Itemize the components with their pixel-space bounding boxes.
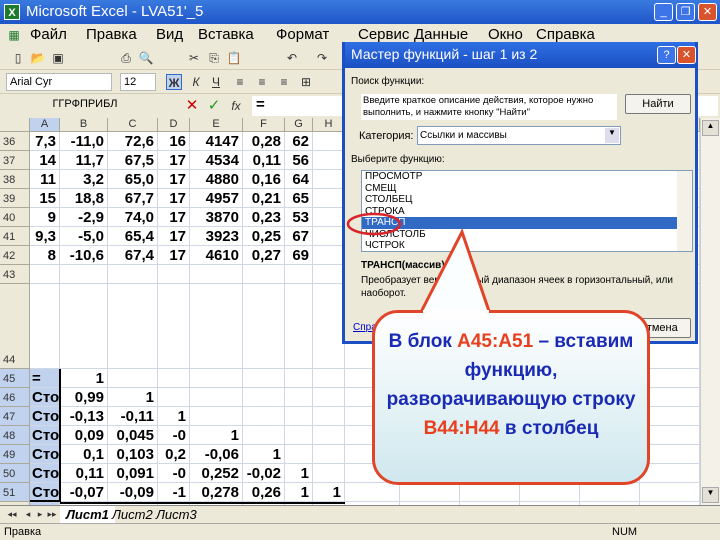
callout-note: В блок A45:A51 – вставим функцию, развор… — [372, 310, 650, 485]
callout-range-2: B44:H44 — [423, 418, 500, 439]
callout-joint — [423, 310, 489, 316]
highlight-ellipse — [346, 212, 402, 236]
callout-text: В блок — [388, 331, 458, 352]
callout-text: в столбец — [499, 418, 599, 439]
callout-range-1: A45:A51 — [457, 331, 534, 352]
